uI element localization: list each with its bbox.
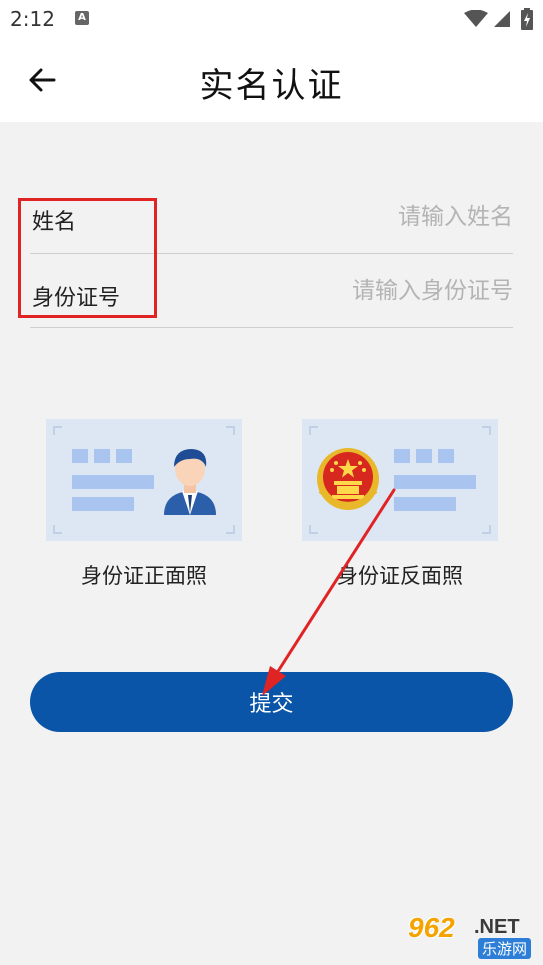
submit-button[interactable]: 提交 bbox=[30, 672, 513, 732]
id-back-upload[interactable] bbox=[302, 419, 498, 541]
watermark-site: 乐游网 bbox=[478, 938, 532, 959]
id-back-caption: 身份证反面照 bbox=[337, 564, 463, 588]
signal-icon bbox=[494, 11, 510, 27]
app-header: 实名认证 bbox=[0, 38, 543, 122]
battery-icon bbox=[521, 8, 533, 30]
id-number-input[interactable] bbox=[213, 278, 513, 304]
status-time: 2:12 bbox=[10, 7, 55, 31]
status-bar: 2:12 A bbox=[0, 0, 543, 38]
id-back-illustration bbox=[309, 426, 491, 534]
national-emblem-icon bbox=[317, 448, 379, 510]
name-input[interactable] bbox=[213, 204, 513, 230]
id-front-upload[interactable] bbox=[46, 419, 242, 541]
id-front-caption: 身份证正面照 bbox=[81, 564, 207, 588]
annotation-highlight-box bbox=[18, 198, 157, 318]
watermark-net: .NET bbox=[474, 916, 520, 938]
id-number-divider bbox=[30, 327, 513, 328]
person-avatar-icon bbox=[164, 449, 216, 515]
wifi-icon bbox=[464, 10, 488, 27]
watermark-number: 962 bbox=[408, 912, 455, 943]
notification-a-icon: A bbox=[75, 11, 89, 25]
watermark-logo: 962 .NET 乐游网 bbox=[400, 910, 540, 964]
page-title: 实名认证 bbox=[199, 66, 344, 106]
id-front-illustration bbox=[53, 426, 235, 534]
